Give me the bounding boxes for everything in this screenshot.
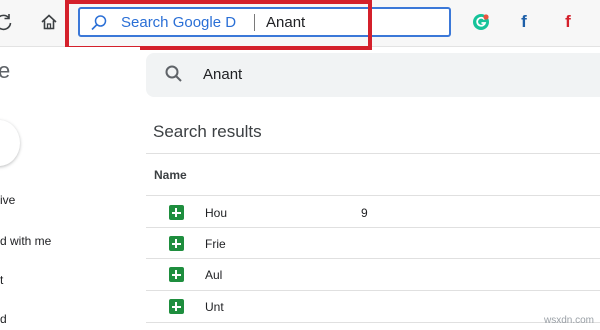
reload-icon[interactable] (0, 10, 16, 34)
browser-toolbar: Search Google D Anant f f (0, 0, 600, 47)
table-row[interactable]: Frie (146, 230, 600, 258)
redaction (228, 293, 360, 321)
divider (146, 290, 600, 291)
sidebar-item-recent[interactable]: t (0, 273, 3, 287)
search-icon (90, 14, 108, 32)
search-query[interactable]: Anant (203, 66, 242, 83)
redaction (228, 230, 360, 258)
search-icon[interactable] (164, 64, 184, 84)
file-name: Frie (205, 237, 226, 251)
sheets-icon (169, 267, 184, 282)
omnibox-divider (254, 14, 255, 31)
divider (146, 258, 600, 259)
facebook-icon[interactable]: f (512, 10, 536, 34)
sidebar-item-my-drive[interactable]: ive (0, 193, 15, 207)
sheets-icon (169, 299, 184, 314)
page-title: Search results (153, 122, 262, 141)
search-engine-label: Search Google D (121, 14, 237, 31)
drive-search-bar[interactable]: Anant (146, 53, 600, 97)
table-row[interactable]: Aul (146, 261, 600, 289)
divider (146, 227, 600, 228)
address-bar[interactable]: Search Google D Anant (78, 7, 451, 37)
watermark: wsxdn.com (543, 315, 594, 326)
file-name: Unt (205, 300, 224, 314)
table-row[interactable]: Unt (146, 293, 600, 321)
home-icon[interactable] (37, 10, 61, 34)
file-name-suffix: 9 (361, 206, 368, 220)
omnibox-query[interactable]: Anant (266, 14, 305, 31)
new-button[interactable] (0, 120, 20, 166)
drive-sidebar: e ive d with me t d (0, 47, 140, 330)
file-name: Hou (205, 206, 228, 220)
sheets-icon (169, 205, 184, 220)
divider (146, 195, 600, 196)
flipboard-icon[interactable]: f (556, 10, 580, 34)
app-title-fragment: e (0, 58, 11, 83)
sheets-icon (169, 236, 184, 251)
divider (146, 153, 600, 154)
divider (146, 322, 600, 323)
sidebar-item-shared-with-me[interactable]: d with me (0, 234, 51, 248)
sidebar-item-starred[interactable]: d (0, 312, 7, 326)
redaction (228, 261, 360, 289)
column-header-name[interactable]: Name (154, 168, 187, 182)
redaction (228, 199, 360, 227)
file-name: Aul (205, 268, 223, 282)
grammarly-icon[interactable] (469, 10, 493, 34)
table-row[interactable]: Hou 9 (146, 199, 600, 227)
